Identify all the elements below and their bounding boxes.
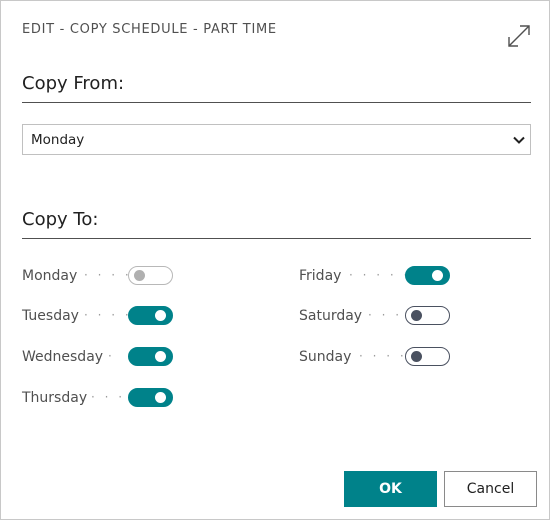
day-dots: · · · [368,308,403,322]
day-dots: · · · · [84,308,132,322]
copy-from-selected-value: Monday [31,132,85,148]
toggle-wednesday[interactable] [128,347,173,366]
day-row-friday: Friday · · · · · [299,266,459,288]
day-row-thursday: Thursday · · · [22,388,182,410]
day-dots: · · · · · [349,268,411,282]
day-row-monday: Monday · · · · [22,266,182,288]
day-label: Wednesday [22,349,104,365]
toggle-thursday[interactable] [128,388,173,407]
chevron-down-icon [513,136,525,144]
toggle-friday[interactable] [405,266,450,285]
toggle-knob [155,351,166,362]
toggle-knob [155,310,166,321]
cancel-button[interactable]: Cancel [444,471,537,507]
toggle-saturday[interactable] [405,306,450,325]
day-row-sunday: Sunday · · · · [299,347,459,369]
day-row-saturday: Saturday · · · [299,306,459,328]
ok-button[interactable]: OK [344,471,437,507]
toggle-knob [155,392,166,403]
day-dots: · · · · [84,268,132,282]
dialog-title: EDIT - COPY SCHEDULE - PART TIME [22,22,277,37]
copy-to-label: Copy To: [22,209,99,230]
toggle-sunday[interactable] [405,347,450,366]
day-dots: · · · · [359,349,407,363]
day-label: Sunday [299,349,352,365]
toggle-tuesday[interactable] [128,306,173,325]
day-row-wednesday: Wednesday · [22,347,182,369]
day-dots: · [108,349,115,363]
day-label: Thursday [22,390,88,406]
day-label: Monday [22,268,78,284]
toggle-knob [411,351,422,362]
day-row-tuesday: Tuesday · · · · [22,306,182,328]
day-dots: · · · [91,390,126,404]
copy-from-header: Copy From: [22,73,531,103]
toggle-knob [134,270,145,281]
copy-schedule-dialog: EDIT - COPY SCHEDULE - PART TIME Copy Fr… [0,0,550,520]
day-label: Friday [299,268,342,284]
copy-from-label: Copy From: [22,73,125,94]
day-label: Saturday [299,308,363,324]
toggle-monday[interactable] [128,266,173,285]
day-label: Tuesday [22,308,79,324]
toggle-knob [411,310,422,321]
copy-from-select[interactable]: Monday [22,124,531,155]
toggle-knob [432,270,443,281]
expand-diagonal-icon[interactable] [506,23,532,49]
copy-to-header: Copy To: [22,209,531,239]
